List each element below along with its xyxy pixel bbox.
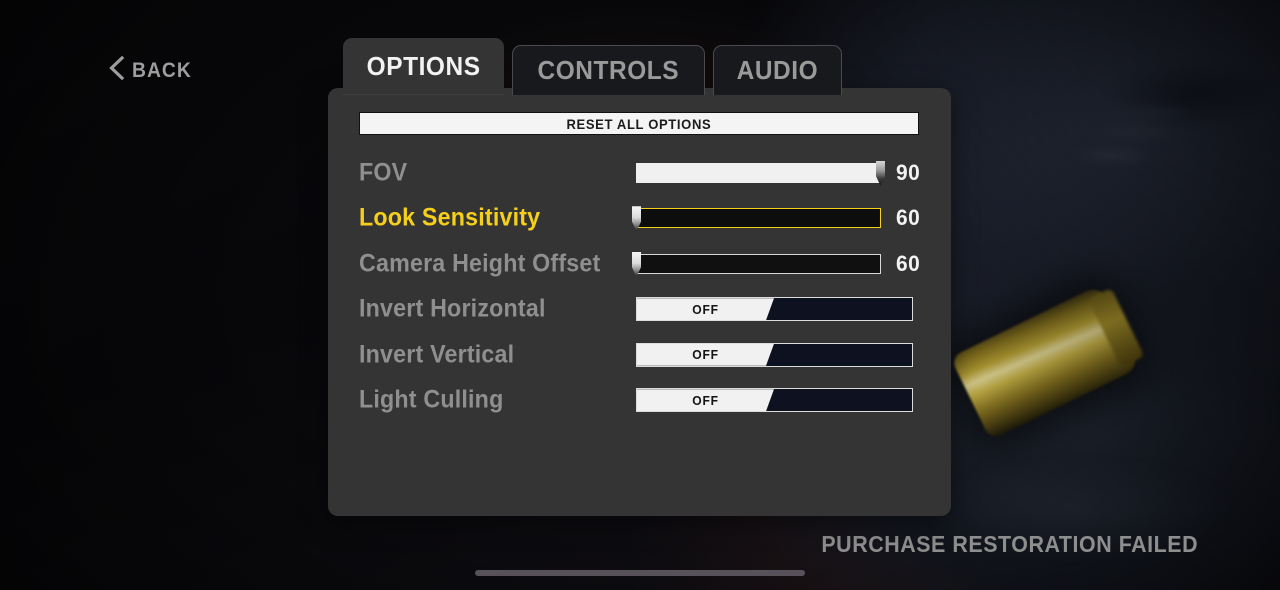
setting-row-invert-vertical[interactable]: Invert Vertical OFF [359,332,921,378]
setting-label-camera-height-offset: Camera Height Offset [359,249,601,278]
setting-value-fov: 90 [896,159,921,185]
reset-all-options-label: RESET ALL OPTIONS [566,115,712,132]
settings-list: FOV 90 Look Sensitivity 60 Camera Height… [359,150,921,423]
setting-row-light-culling[interactable]: Light Culling OFF [359,378,921,424]
setting-row-look-sensitivity[interactable]: Look Sensitivity 60 [359,196,921,242]
toggle-state-light-culling: OFF [692,392,719,408]
tab-audio[interactable]: AUDIO [712,45,842,95]
setting-row-camera-height-offset[interactable]: Camera Height Offset 60 [359,241,921,287]
setting-label-invert-vertical: Invert Vertical [359,340,515,369]
toggle-state-invert-horizontal: OFF [692,301,719,317]
tab-controls[interactable]: CONTROLS [512,45,705,95]
slider-fov[interactable] [636,160,885,186]
slider-look-sensitivity[interactable] [632,206,881,232]
back-button-label: BACK [132,58,192,82]
chevron-left-icon [108,55,125,85]
back-button[interactable]: BACK [98,52,207,89]
toggle-invert-vertical[interactable]: OFF [636,342,913,367]
tab-bar: OPTIONS CONTROLS AUDIO [343,38,842,95]
tab-controls-label: CONTROLS [537,55,680,85]
setting-value-camera-height-offset: 60 [896,250,921,276]
slider-track [636,208,881,229]
toggle-state-invert-vertical: OFF [692,347,719,363]
setting-label-invert-horizontal: Invert Horizontal [359,294,546,323]
slider-track [636,253,881,274]
slider-fill [636,162,881,183]
status-message: PURCHASE RESTORATION FAILED [821,531,1198,557]
tab-options[interactable]: OPTIONS [343,38,505,95]
toggle-invert-horizontal[interactable]: OFF [636,297,913,322]
setting-row-invert-horizontal[interactable]: Invert Horizontal OFF [359,287,921,333]
home-indicator[interactable] [475,570,805,576]
toggle-light-culling[interactable]: OFF [636,388,913,413]
setting-row-fov[interactable]: FOV 90 [359,150,921,196]
reset-all-options-button[interactable]: RESET ALL OPTIONS [359,112,919,135]
options-panel: RESET ALL OPTIONS FOV 90 Look Sensitivit… [328,88,951,516]
tab-audio-label: AUDIO [736,55,819,85]
setting-label-look-sensitivity: Look Sensitivity [359,203,541,232]
setting-label-fov: FOV [359,158,408,187]
setting-label-light-culling: Light Culling [359,385,504,414]
tab-options-label: OPTIONS [366,51,481,81]
setting-value-look-sensitivity: 60 [896,205,921,231]
slider-camera-height-offset[interactable] [632,251,881,277]
